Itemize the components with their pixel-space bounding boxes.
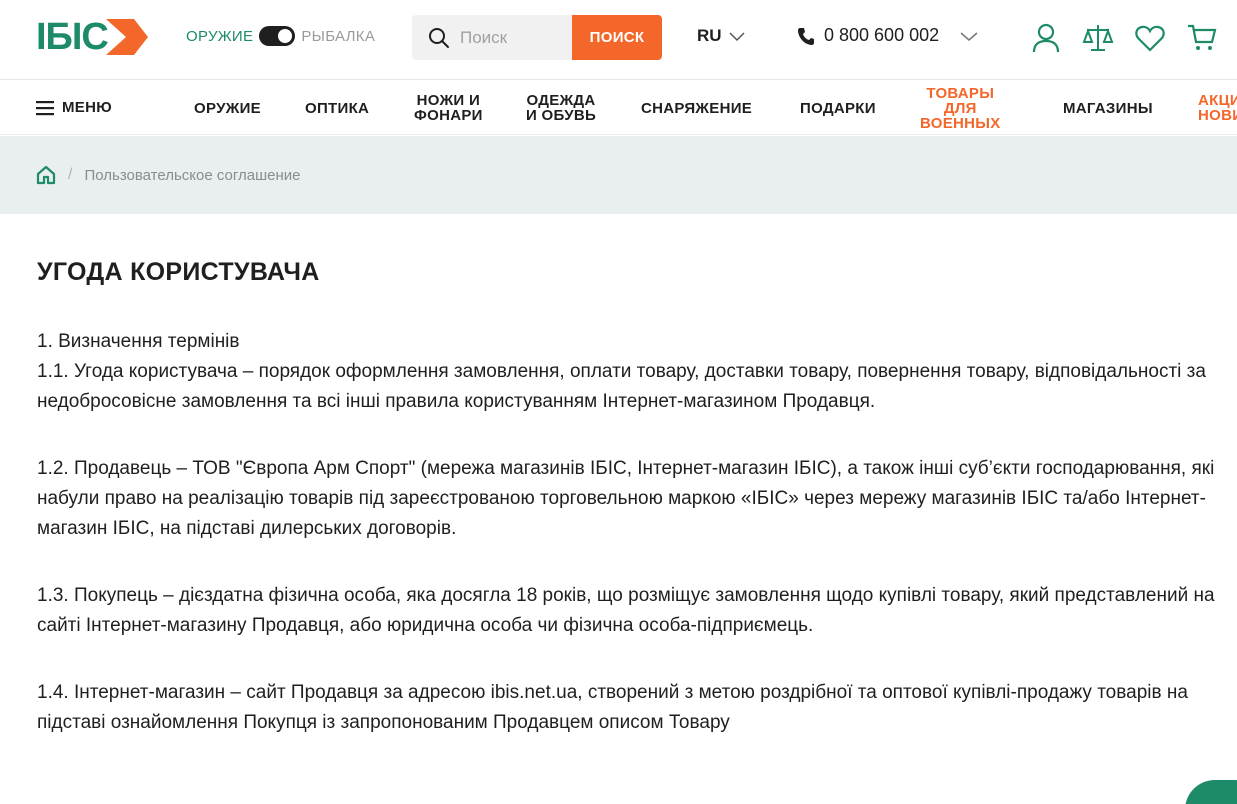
search-bar: ПОИСК — [412, 15, 662, 60]
breadcrumb-separator: / — [68, 166, 73, 183]
toggle-label-weapons[interactable]: ОРУЖИЕ — [186, 28, 253, 45]
header-top: ІБІС ОРУЖИЕ РЫБАЛКА ПОИСК RU 0 800 600 0… — [0, 0, 1237, 80]
menu-label: МЕНЮ — [62, 99, 113, 116]
page-title: УГОДА КОРИСТУВАЧА — [37, 258, 320, 286]
language-selector[interactable]: RU — [697, 26, 746, 46]
paragraph-1-2: 1.2. Продавець – ТОВ "Європа Арм Спорт" … — [37, 458, 1215, 539]
search-field[interactable] — [412, 15, 572, 60]
agreement-content: УГОДА КОРИСТУВАЧА 1. Визначення термінів… — [37, 258, 1217, 775]
home-icon[interactable] — [36, 165, 56, 185]
favorites-heart-icon[interactable] — [1134, 22, 1166, 54]
breadcrumb: / Пользовательское соглашение — [0, 136, 1237, 214]
main-nav: МЕНЮ ОРУЖИЕ ОПТИКА НОЖИ И ФОНАРИ ОДЕЖДА … — [0, 81, 1237, 135]
nav-item-military[interactable]: ТОВАРЫ ДЛЯ ВОЕННЫХ — [920, 86, 1001, 131]
cart-icon[interactable] — [1186, 22, 1218, 54]
phone-number[interactable]: 0 800 600 002 — [824, 25, 939, 46]
nav-item-weapons[interactable]: ОРУЖИЕ — [194, 101, 261, 116]
chevron-down-icon — [960, 31, 978, 41]
menu-button[interactable]: МЕНЮ — [36, 99, 112, 116]
compare-scales-icon[interactable] — [1082, 22, 1114, 54]
breadcrumb-current: Пользовательское соглашение — [84, 166, 301, 184]
language-label: RU — [697, 26, 722, 45]
hamburger-icon — [36, 100, 54, 115]
chevron-down-icon — [729, 32, 745, 42]
paragraph-1-3: 1.3. Покупець – дієздатна фізична особа,… — [37, 585, 1215, 636]
logo-arrow-icon — [105, 19, 148, 55]
nav-item-stores[interactable]: МАГАЗИНЫ — [1063, 101, 1153, 116]
header-icons — [1030, 22, 1218, 54]
toggle-knob — [278, 29, 293, 43]
logo[interactable]: ІБІС — [36, 12, 168, 62]
account-icon[interactable] — [1030, 22, 1062, 54]
nav-item-knives[interactable]: НОЖИ И ФОНАРИ — [414, 93, 483, 123]
phone-selector[interactable]: 0 800 600 002 — [796, 25, 979, 46]
logo-text: ІБІС — [36, 15, 109, 58]
phone-icon — [798, 27, 814, 45]
nav-item-promotions[interactable]: АКЦИ НОВИ — [1198, 93, 1237, 123]
nav-item-clothing[interactable]: ОДЕЖДА И ОБУВЬ — [526, 93, 596, 123]
section-heading: 1. Визначення термінів — [37, 331, 240, 352]
category-toggle[interactable]: ОРУЖИЕ РЫБАЛКА — [186, 26, 375, 46]
nav-item-equipment[interactable]: СНАРЯЖЕНИЕ — [641, 101, 752, 116]
search-icon — [429, 27, 449, 48]
toggle-switch[interactable] — [259, 26, 296, 46]
nav-item-optics[interactable]: ОПТИКА — [305, 101, 369, 116]
paragraph-1-1: 1.1. Угода користувача – порядок оформле… — [37, 361, 1206, 412]
toggle-label-fishing[interactable]: РЫБАЛКА — [301, 28, 375, 45]
nav-item-gifts[interactable]: ПОДАРКИ — [800, 101, 876, 116]
chat-widget-button[interactable] — [1185, 780, 1237, 804]
paragraph-1-4: 1.4. Інтернет-магазин – сайт Продавця за… — [37, 682, 1188, 733]
search-button[interactable]: ПОИСК — [572, 15, 662, 60]
search-input[interactable] — [460, 27, 560, 48]
